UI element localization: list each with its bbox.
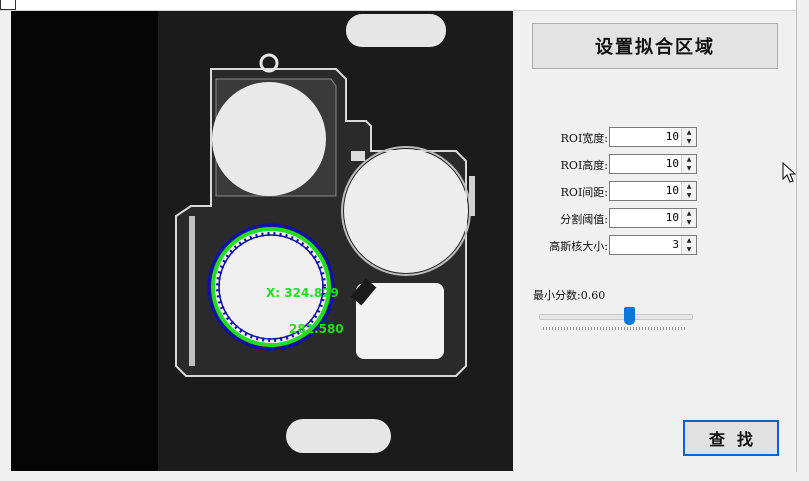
param-row-roi-spacing: ROI间距: 10 ▲ ▼ — [513, 181, 796, 203]
threshold-value[interactable]: 10 — [666, 211, 679, 224]
roi-height-label: ROI高度: — [560, 159, 608, 172]
slider-track[interactable] — [539, 314, 693, 320]
control-panel: 设置拟合区域 ROI宽度: 10 ▲ ▼ ROI高度: 10 ▲ ▼ ROI间距… — [513, 11, 796, 471]
gaussian-kernel-value[interactable]: 3 — [672, 238, 679, 251]
gaussian-kernel-spinbox[interactable]: 3 ▲ ▼ — [609, 235, 697, 255]
camera-image: X: 324.829 281.580 — [11, 11, 513, 471]
spin-down-icon[interactable]: ▼ — [682, 191, 696, 200]
spin-down-icon[interactable]: ▼ — [682, 137, 696, 146]
spin-buttons: ▲ ▼ — [681, 155, 696, 173]
param-row-roi-height: ROI高度: 10 ▲ ▼ — [513, 154, 796, 176]
app-icon — [0, 0, 16, 10]
roi-width-spinbox[interactable]: 10 ▲ ▼ — [609, 127, 697, 147]
roi-height-spinbox[interactable]: 10 ▲ ▼ — [609, 154, 697, 174]
set-fit-region-button[interactable]: 设置拟合区域 — [532, 23, 778, 69]
overlay-x-text: X: 324.829 — [266, 286, 339, 300]
roi-height-value[interactable]: 10 — [666, 157, 679, 170]
param-row-threshold: 分割阈值: 10 ▲ ▼ — [513, 208, 796, 230]
spin-down-icon[interactable]: ▼ — [682, 164, 696, 173]
roi-width-label: ROI宽度: — [560, 132, 608, 145]
spin-buttons: ▲ ▼ — [681, 128, 696, 146]
slider-thumb[interactable] — [624, 307, 635, 325]
arrow-cursor-icon — [782, 162, 797, 183]
param-row-gaussian-kernel: 高斯核大小: 3 ▲ ▼ — [513, 235, 796, 257]
roi-width-value[interactable]: 10 — [666, 130, 679, 143]
spin-buttons: ▲ ▼ — [681, 236, 696, 254]
spin-buttons: ▲ ▼ — [681, 182, 696, 200]
roi-spacing-spinbox[interactable]: 10 ▲ ▼ — [609, 181, 697, 201]
threshold-spinbox[interactable]: 10 ▲ ▼ — [609, 208, 697, 228]
gaussian-kernel-label: 高斯核大小: — [549, 240, 608, 253]
roi-spacing-value[interactable]: 10 — [666, 184, 679, 197]
image-viewer[interactable]: X: 324.829 281.580 — [11, 11, 513, 471]
title-bar — [0, 0, 796, 11]
main-window: X: 324.829 281.580 设置拟合区域 ROI宽度: 10 ▲ ▼ … — [0, 0, 797, 472]
spin-down-icon[interactable]: ▼ — [682, 218, 696, 227]
threshold-label: 分割阈值: — [560, 213, 608, 226]
param-row-roi-width: ROI宽度: 10 ▲ ▼ — [513, 127, 796, 149]
spin-down-icon[interactable]: ▼ — [682, 245, 696, 254]
spin-buttons: ▲ ▼ — [681, 209, 696, 227]
slider-ticks — [543, 327, 687, 330]
overlay-y-text: 281.580 — [289, 322, 344, 336]
find-button[interactable]: 查找 — [683, 420, 779, 456]
min-score-label: 最小分数:0.60 — [533, 289, 606, 302]
min-score-slider[interactable] — [539, 307, 693, 333]
roi-spacing-label: ROI间距: — [560, 186, 608, 199]
